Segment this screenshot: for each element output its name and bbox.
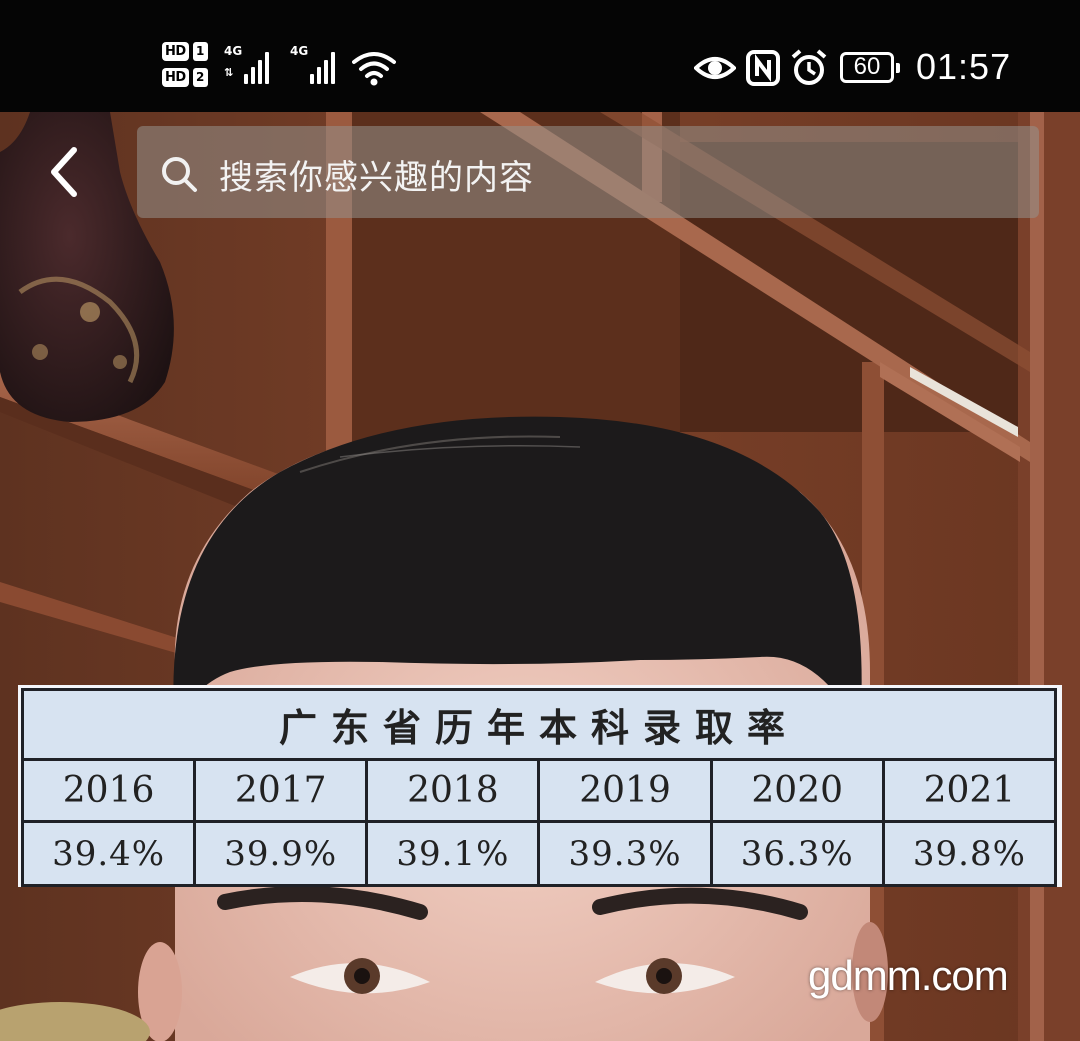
year-cell: 2019 — [537, 758, 713, 823]
sim2-indicator: HD 2 — [162, 66, 214, 88]
search-icon — [162, 157, 197, 192]
status-bar: HD 1 HD 2 4G ⇅ 4G 60 01:57 — [0, 0, 1080, 112]
year-cell: 2017 — [193, 758, 369, 823]
battery-level: 60 — [853, 53, 881, 80]
sim-number: 2 — [192, 67, 208, 87]
rate-cell: 39.9% — [193, 820, 369, 887]
chevron-left-icon — [51, 147, 77, 197]
signal-bars-icon — [244, 46, 272, 84]
network-type: 4G — [224, 44, 243, 58]
rate-cell: 39.8% — [881, 820, 1058, 887]
table-title-row: 广东省历年本科录取率 — [21, 688, 1057, 761]
nfc-icon — [746, 50, 780, 86]
video-frame[interactable] — [0, 112, 1080, 1041]
rate-cell: 39.3% — [537, 820, 713, 887]
signal-sim1: 4G ⇅ — [224, 44, 272, 84]
hd-badge: HD — [162, 67, 189, 87]
sim-indicators: HD 1 HD 2 — [162, 40, 214, 92]
rate-row: 39.4% 39.9% 39.1% 39.3% 36.3% 39.8% — [20, 820, 1058, 887]
clock: 01:57 — [916, 46, 1012, 87]
year-cell: 2016 — [20, 758, 197, 823]
network-type: 4G — [290, 44, 309, 58]
wifi-icon — [352, 52, 396, 86]
battery-icon: 60 — [840, 52, 900, 83]
eye-comfort-icon — [694, 57, 736, 79]
search-placeholder: 搜索你感兴趣的内容 — [219, 158, 534, 198]
photo-scene — [0, 112, 1080, 1041]
alarm-icon — [791, 49, 827, 85]
signal-sim2: 4G — [290, 44, 338, 84]
search-input[interactable]: 搜索你感兴趣的内容 — [137, 126, 1039, 218]
hd-badge: HD — [162, 41, 189, 61]
rate-cell: 39.1% — [365, 820, 541, 887]
rate-cell: 36.3% — [709, 820, 885, 887]
year-cell: 2020 — [709, 758, 885, 823]
watermark: gdmm.com — [808, 952, 1009, 999]
signal-bars-icon — [310, 46, 338, 84]
data-activity-icon: ⇅ — [224, 66, 234, 79]
admission-rate-table: 广东省历年本科录取率 2016 2017 2018 2019 2020 2021… — [18, 685, 1062, 887]
back-button[interactable] — [40, 142, 88, 202]
table-title: 广东省历年本科录取率 — [21, 688, 1057, 761]
sim1-indicator: HD 1 — [162, 40, 214, 62]
data-table: 广东省历年本科录取率 2016 2017 2018 2019 2020 2021… — [20, 688, 1058, 887]
year-cell: 2021 — [881, 758, 1058, 823]
rate-cell: 39.4% — [20, 820, 197, 887]
sim-number: 1 — [192, 41, 208, 61]
year-row: 2016 2017 2018 2019 2020 2021 — [20, 758, 1058, 823]
year-cell: 2018 — [365, 758, 541, 823]
